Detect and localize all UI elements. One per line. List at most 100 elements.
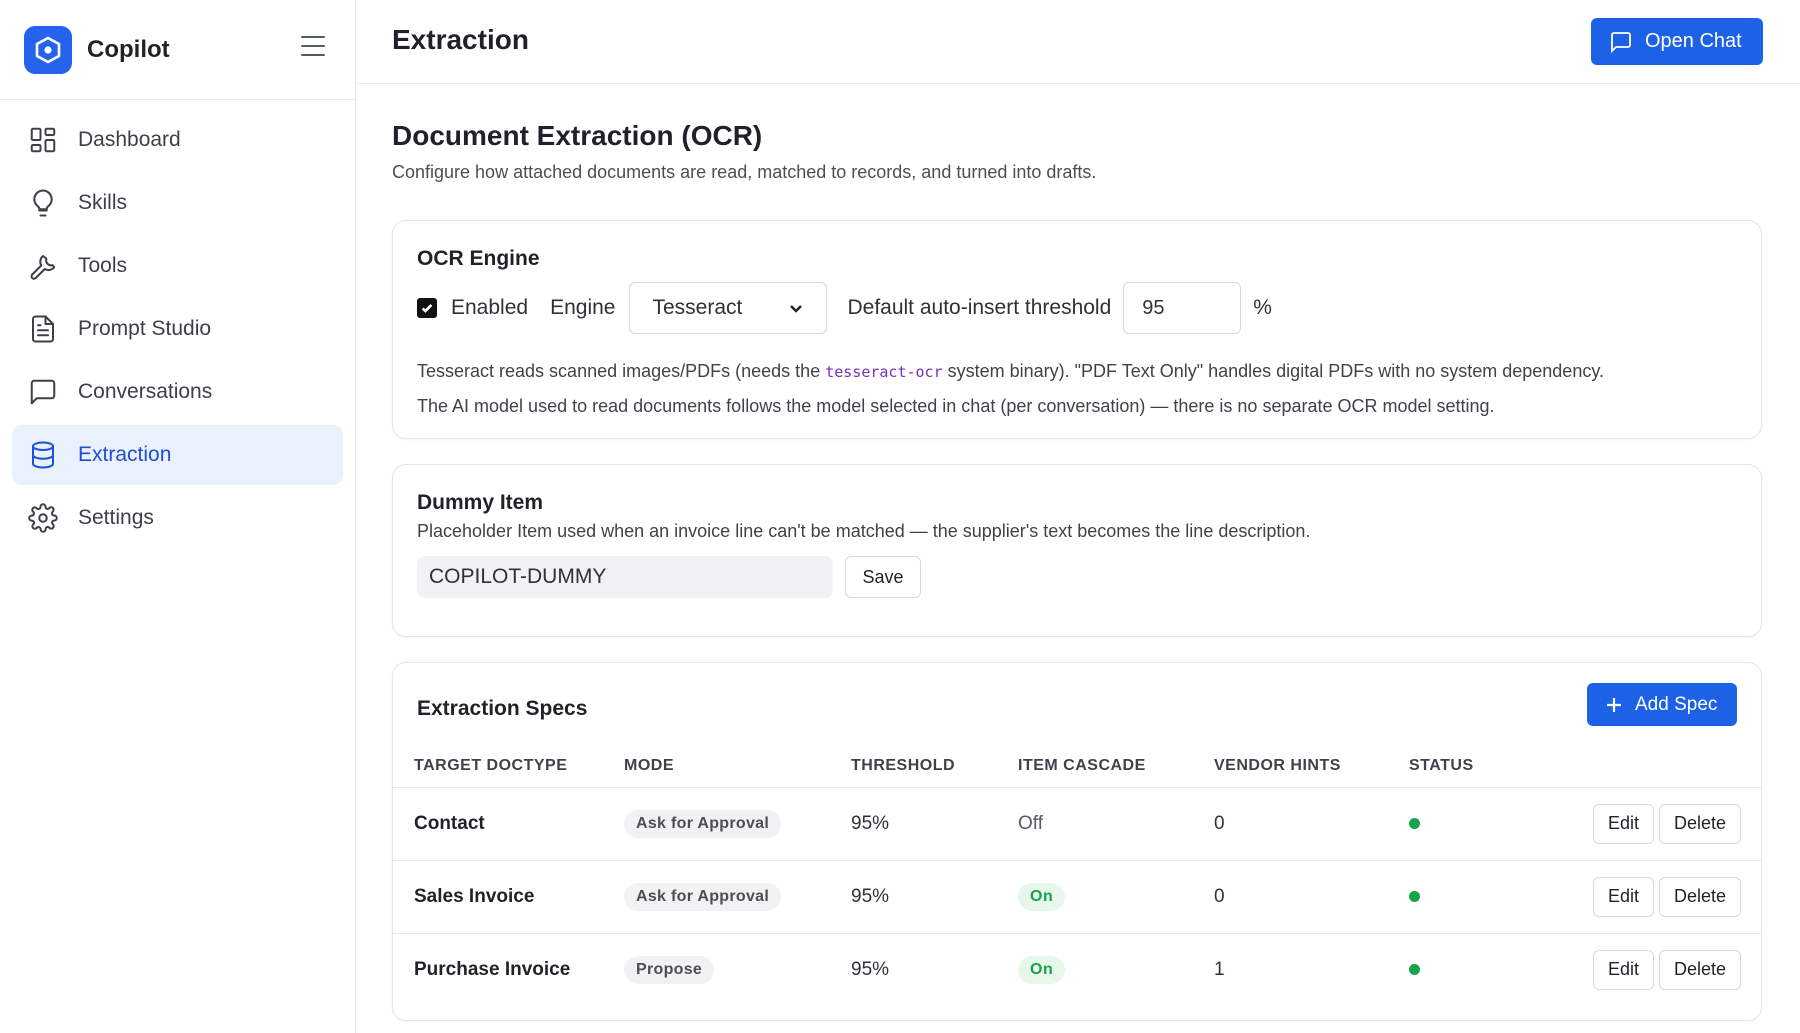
help-text: Tesseract reads scanned images/PDFs (nee… bbox=[417, 361, 826, 381]
chat-icon bbox=[30, 379, 56, 405]
enabled-checkbox[interactable] bbox=[417, 298, 437, 318]
engine-select-value: Tesseract bbox=[652, 296, 743, 319]
sidebar-item-label: Prompt Studio bbox=[78, 317, 212, 340]
dummy-item-subtitle: Placeholder Item used when an invoice li… bbox=[417, 521, 1311, 541]
top-header: Extraction Open Chat bbox=[357, 0, 1800, 84]
doctype-cell: Sales Invoice bbox=[414, 885, 535, 907]
sidebar: Copilot Dashboard Skills Tools Prompt St… bbox=[0, 0, 356, 1033]
ocr-help-line-2: The AI model used to read documents foll… bbox=[417, 396, 1495, 416]
brand-name: Copilot bbox=[87, 35, 170, 63]
sidebar-nav: Dashboard Skills Tools Prompt Studio Con… bbox=[0, 100, 355, 561]
threshold-cell: 95% bbox=[851, 958, 890, 980]
open-chat-button[interactable]: Open Chat bbox=[1591, 18, 1763, 65]
sidebar-item-label: Conversations bbox=[78, 380, 213, 403]
sidebar-item-dashboard[interactable]: Dashboard bbox=[12, 110, 343, 170]
column-header: MODE bbox=[624, 745, 851, 788]
sidebar-item-tools[interactable]: Tools bbox=[12, 236, 343, 296]
mode-badge: Ask for Approval bbox=[624, 809, 782, 838]
main-content: Document Extraction (OCR) Configure how … bbox=[392, 84, 1762, 1021]
chat-icon bbox=[1611, 31, 1631, 53]
page-title: Document Extraction (OCR) bbox=[392, 120, 763, 151]
sidebar-item-label: Extraction bbox=[78, 443, 172, 466]
dummy-item-card: Dummy Item Placeholder Item used when an… bbox=[392, 464, 1762, 637]
table-header-row: TARGET DOCTYPE MODE THRESHOLD ITEM CASCA… bbox=[393, 745, 1761, 788]
sidebar-item-prompt-studio[interactable]: Prompt Studio bbox=[12, 299, 343, 359]
save-button[interactable]: Save bbox=[845, 556, 921, 598]
table-row: Sales Invoice Ask for Approval 95% On 0 … bbox=[393, 860, 1761, 934]
engine-select[interactable]: Tesseract bbox=[629, 282, 828, 334]
status-dot-icon bbox=[1409, 817, 1420, 829]
cascade-on-badge: On bbox=[1018, 955, 1066, 984]
open-chat-label: Open Chat bbox=[1645, 30, 1742, 52]
table-row: Contact Ask for Approval 95% Off 0 Edit D… bbox=[393, 787, 1761, 861]
percent-sign: % bbox=[1253, 296, 1272, 319]
table-row: Purchase Invoice Propose 95% On 1 Edit De… bbox=[393, 933, 1761, 1006]
database-icon bbox=[32, 441, 54, 469]
status-dot-icon bbox=[1409, 890, 1420, 902]
sidebar-item-label: Settings bbox=[78, 506, 154, 529]
dashboard-icon bbox=[30, 127, 56, 153]
help-text: system binary). "PDF Text Only" handles … bbox=[942, 361, 1604, 381]
document-icon bbox=[32, 315, 54, 343]
mode-badge: Ask for Approval bbox=[624, 882, 782, 911]
threshold-cell: 95% bbox=[851, 860, 1018, 934]
delete-button[interactable]: Delete bbox=[1658, 803, 1741, 844]
threshold-input[interactable] bbox=[1123, 282, 1242, 334]
plus-icon bbox=[1607, 697, 1621, 712]
add-spec-label: Add Spec bbox=[1635, 693, 1718, 715]
status-dot-icon bbox=[1409, 963, 1420, 975]
chevron-down-icon bbox=[790, 305, 803, 313]
copilot-logo-icon bbox=[24, 25, 72, 74]
ocr-engine-title: OCR Engine bbox=[417, 247, 540, 270]
cascade-on-badge: On bbox=[1018, 882, 1066, 911]
extraction-specs-card: Extraction Specs Add Spec TARGET DOCTYPE… bbox=[392, 662, 1762, 1021]
threshold-cell: 95% bbox=[851, 787, 1018, 861]
sidebar-item-extraction[interactable]: Extraction bbox=[12, 425, 343, 485]
column-header: ITEM CASCADE bbox=[1018, 745, 1214, 788]
lightbulb-icon bbox=[33, 189, 53, 217]
column-header: TARGET DOCTYPE bbox=[393, 745, 624, 788]
doctype-cell: Contact bbox=[414, 812, 485, 834]
column-header-actions bbox=[1504, 745, 1761, 788]
sidebar-item-label: Skills bbox=[78, 191, 128, 214]
sidebar-item-label: Tools bbox=[78, 254, 128, 277]
specs-table: TARGET DOCTYPE MODE THRESHOLD ITEM CASCA… bbox=[393, 745, 1761, 1006]
sidebar-item-label: Dashboard bbox=[78, 128, 181, 151]
enabled-label: Enabled bbox=[451, 296, 529, 319]
add-spec-button[interactable]: Add Spec bbox=[1587, 683, 1737, 726]
ocr-engine-card: OCR Engine Enabled Engine Tesseract Defa… bbox=[392, 220, 1762, 439]
dummy-item-title: Dummy Item bbox=[417, 491, 544, 514]
sidebar-item-conversations[interactable]: Conversations bbox=[12, 362, 343, 422]
vendor-hints-cell: 0 bbox=[1214, 860, 1409, 934]
menu-toggle-icon[interactable] bbox=[301, 36, 325, 56]
engine-label: Engine bbox=[550, 296, 616, 319]
check-icon bbox=[421, 304, 433, 313]
extraction-specs-title: Extraction Specs bbox=[417, 697, 588, 720]
ocr-settings-row: Enabled Engine Tesseract Default auto-in… bbox=[417, 282, 1737, 334]
edit-button[interactable]: Edit bbox=[1592, 803, 1654, 844]
vendor-hints-cell: 0 bbox=[1214, 787, 1409, 861]
dummy-item-row: Save bbox=[417, 556, 1737, 598]
vendor-hints-cell: 1 bbox=[1214, 958, 1225, 980]
ocr-help-text: Tesseract reads scanned images/PDFs (nee… bbox=[417, 354, 1737, 423]
edit-button[interactable]: Edit bbox=[1592, 949, 1654, 990]
column-header: THRESHOLD bbox=[851, 745, 1018, 788]
code-snippet: tesseract-ocr bbox=[825, 363, 943, 381]
column-header: VENDOR HINTS bbox=[1214, 745, 1409, 788]
threshold-label: Default auto-insert threshold bbox=[847, 296, 1112, 319]
cascade-off-text: Off bbox=[1018, 812, 1043, 834]
dummy-item-input[interactable] bbox=[417, 556, 833, 598]
edit-button[interactable]: Edit bbox=[1592, 876, 1654, 917]
sidebar-item-skills[interactable]: Skills bbox=[12, 173, 343, 233]
page-subtitle: Configure how attached documents are rea… bbox=[392, 162, 1097, 182]
gear-icon bbox=[28, 503, 58, 533]
column-header: STATUS bbox=[1409, 745, 1505, 788]
header-title: Extraction bbox=[392, 24, 529, 55]
brand: Copilot bbox=[0, 0, 355, 100]
doctype-cell: Purchase Invoice bbox=[414, 958, 571, 980]
delete-button[interactable]: Delete bbox=[1658, 876, 1741, 917]
mode-badge: Propose bbox=[624, 955, 715, 984]
sidebar-item-settings[interactable]: Settings bbox=[12, 488, 343, 548]
wrench-icon bbox=[30, 255, 56, 280]
delete-button[interactable]: Delete bbox=[1658, 949, 1741, 990]
